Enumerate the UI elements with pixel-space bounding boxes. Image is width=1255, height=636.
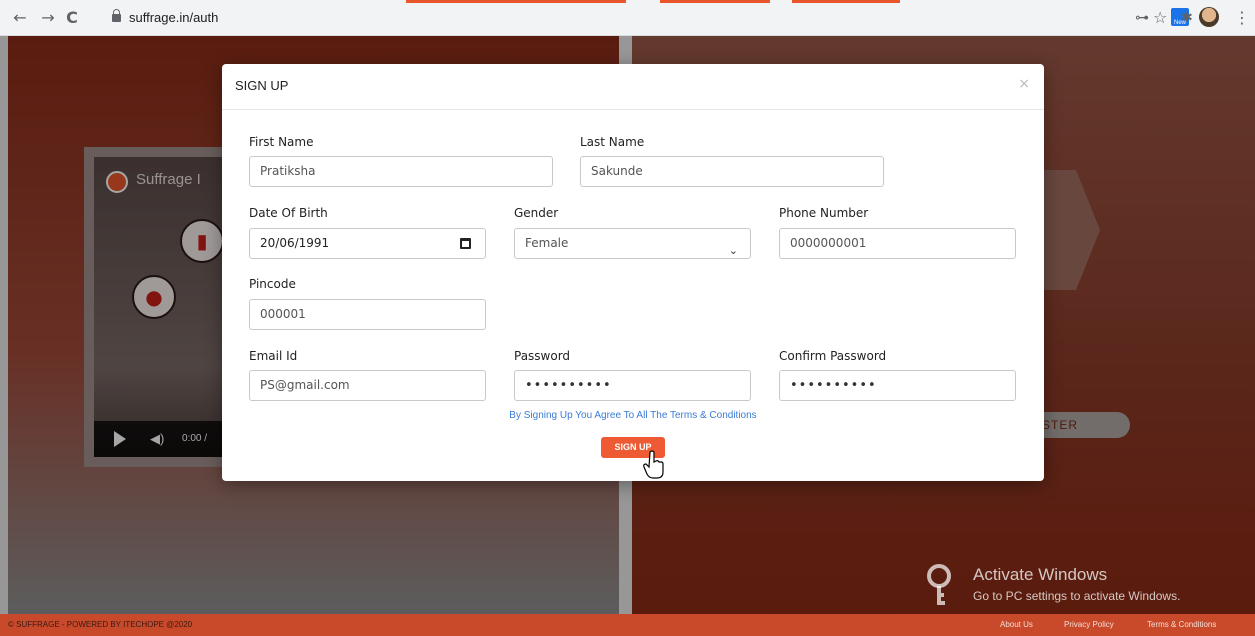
lock-icon	[112, 9, 121, 22]
watermark-title: Activate Windows	[973, 565, 1108, 584]
first-name-label: First Name	[249, 135, 314, 149]
signup-modal: SIGN UP × First Name Pratiksha Last Name…	[222, 64, 1044, 481]
profile-avatar[interactable]	[1199, 7, 1219, 27]
confirm-password-label: Confirm Password	[779, 349, 887, 363]
tab-indicator	[406, 0, 626, 3]
footer-link-privacy[interactable]: Privacy Policy	[1064, 614, 1114, 636]
modal-header: SIGN UP ×	[222, 64, 1044, 110]
footer: © SUFFRAGE - POWERED BY ITECHOPE @2020 A…	[0, 614, 1255, 636]
menu-icon[interactable]: ⋮	[1234, 8, 1250, 28]
footer-link-terms[interactable]: Terms & Conditions	[1147, 614, 1216, 636]
last-name-input[interactable]: Sakunde	[580, 156, 884, 187]
phone-input[interactable]: 0000000001	[779, 228, 1016, 259]
calendar-icon[interactable]	[460, 238, 471, 249]
watermark-subtitle: Go to PC settings to activate Windows.	[973, 589, 1181, 603]
key-icon	[927, 564, 951, 605]
password-input[interactable]: ••••••••••	[514, 370, 751, 401]
key-icon[interactable]: ⊶	[1135, 8, 1149, 28]
dob-input[interactable]: 20/06/1991	[249, 228, 486, 259]
extensions-icon[interactable]: ✱	[1181, 8, 1193, 28]
dob-label: Date Of Birth	[249, 206, 328, 220]
pincode-input[interactable]: 000001	[249, 299, 486, 330]
close-icon[interactable]: ×	[1018, 76, 1030, 92]
password-label: Password	[514, 349, 571, 363]
gender-value: Female	[525, 236, 569, 250]
tab-indicator	[792, 0, 900, 3]
email-label: Email Id	[249, 349, 298, 363]
browser-toolbar: ← → C suffrage.in/auth ⊶ ☆ New ✱ ⋮	[0, 0, 1255, 36]
modal-title: SIGN UP	[235, 78, 289, 93]
star-icon[interactable]: ☆	[1153, 8, 1167, 28]
hand-cursor-icon	[643, 450, 664, 479]
gender-select[interactable]: Female ⌄	[514, 228, 751, 259]
confirm-password-input[interactable]: ••••••••••	[779, 370, 1016, 401]
back-icon[interactable]: ←	[10, 8, 30, 28]
last-name-label: Last Name	[580, 135, 645, 149]
pincode-label: Pincode	[249, 277, 296, 291]
dob-value: 20/06/1991	[260, 236, 330, 250]
phone-label: Phone Number	[779, 206, 869, 220]
url-text: suffrage.in/auth	[129, 10, 219, 25]
gender-label: Gender	[514, 206, 559, 220]
windows-watermark: Activate Windows Go to PC settings to ac…	[925, 563, 1225, 613]
address-bar[interactable]: suffrage.in/auth	[112, 6, 412, 30]
chevron-down-icon: ⌄	[728, 244, 738, 257]
forward-icon[interactable]: →	[38, 8, 58, 28]
email-input[interactable]: PS@gmail.com	[249, 370, 486, 401]
tab-indicator	[660, 0, 770, 3]
footer-link-about[interactable]: About Us	[1000, 614, 1033, 636]
terms-link[interactable]: By Signing Up You Agree To All The Terms…	[222, 410, 1044, 421]
first-name-input[interactable]: Pratiksha	[249, 156, 553, 187]
reload-icon[interactable]: C	[62, 8, 82, 28]
footer-copyright: © SUFFRAGE - POWERED BY ITECHOPE @2020	[8, 620, 193, 629]
